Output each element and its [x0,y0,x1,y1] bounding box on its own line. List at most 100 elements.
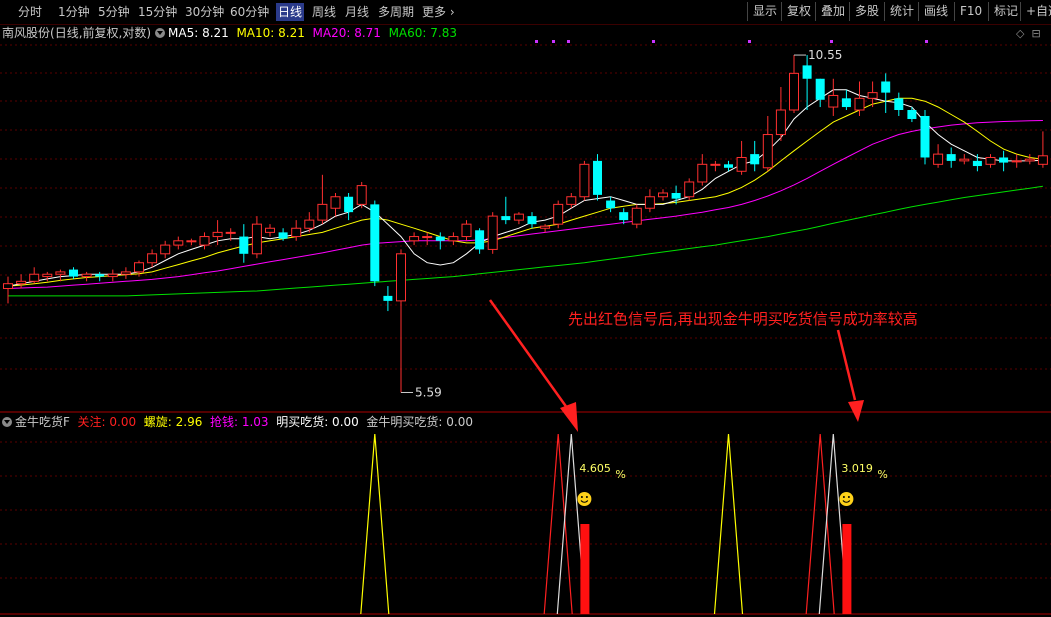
candle-body[interactable] [344,196,354,213]
candle-body[interactable] [619,212,629,221]
signal-dot [748,40,751,43]
candle-body[interactable] [985,156,996,165]
candle-body[interactable] [134,262,144,273]
smiley-eye [585,496,588,498]
candle-body[interactable] [775,109,786,136]
signal-dot [552,40,555,43]
candle-body[interactable] [173,240,184,246]
candle-body[interactable] [199,236,210,246]
candle-body[interactable] [265,227,275,233]
annotation-text: 先出红色信号后,再出现金牛明买吃货信号成功率较高 [568,310,918,328]
candle-body[interactable] [16,280,27,285]
candle-body[interactable] [736,156,747,172]
candle-body[interactable] [513,213,524,221]
candle-body[interactable] [239,236,249,254]
kline-chart[interactable]: 10.55 5.59 先出红色信号后,再出现金牛明买吃货信号成功率较高 4.605% 3… [0,0,1051,617]
candle-body[interactable] [750,154,760,165]
candle-body[interactable] [69,269,78,277]
candle-body[interactable] [501,216,511,221]
candle-body[interactable] [3,283,13,290]
candle-body[interactable] [317,203,328,221]
candle-body[interactable] [251,223,262,255]
candle-body[interactable] [907,110,917,120]
candle-body[interactable] [356,185,367,205]
candle-body[interactable] [186,240,197,243]
candle-body[interactable] [972,160,982,167]
candle-body[interactable] [1024,158,1035,162]
candle-body[interactable] [147,253,158,264]
candle-body[interactable] [422,236,433,239]
candle-body[interactable] [999,157,1009,163]
candle-body[interactable] [815,78,825,100]
candle-body[interactable] [330,196,341,209]
candle-body[interactable] [566,196,577,205]
candle-body[interactable] [212,231,223,238]
candle-body[interactable] [1011,160,1022,163]
candle-body[interactable] [487,215,498,250]
candle-body[interactable] [920,115,930,158]
candle-body[interactable] [579,163,590,198]
candle-body[interactable] [29,273,40,282]
candle-body[interactable] [278,232,288,239]
candle-body[interactable] [658,192,668,198]
candle-body[interactable] [867,92,878,99]
candle-body[interactable] [95,274,105,277]
candle-body[interactable] [841,98,851,108]
main-panel-title: 南风股份(日线,前复权,对数) MA5: 8.21 MA10: 8.21 MA20… [2,25,457,41]
signal-dot [830,40,833,43]
candle-body[interactable] [409,236,420,242]
candle-body[interactable] [606,200,616,209]
candle-body[interactable] [697,163,708,183]
candle-body[interactable] [946,154,956,161]
candle-body[interactable] [644,196,655,209]
candle-body[interactable] [160,244,171,255]
candle-body[interactable] [396,253,406,302]
stock-name: 南风股份 [2,26,51,40]
high-price-label: 10.55 [808,48,842,62]
indicator-buy: 明买吃货: 0.00 [276,415,359,429]
pct-value-label: 4.605 [579,462,611,475]
candle-body[interactable] [802,65,812,79]
candle-body[interactable] [225,231,236,234]
candle-body[interactable] [724,164,733,168]
candle-body[interactable] [435,236,445,241]
candle-body[interactable] [671,192,681,199]
candle-body[interactable] [304,219,315,229]
candle-body[interactable] [42,273,53,278]
dropdown-icon[interactable] [2,417,12,427]
candle-body[interactable] [881,81,891,93]
candle-body[interactable] [710,163,721,166]
spiral-signal-yellow [360,433,390,615]
candle-body[interactable] [933,153,944,165]
candle-body[interactable] [854,97,865,111]
candle-body[interactable] [370,204,380,282]
candle-body[interactable] [684,181,695,198]
candle-body[interactable] [461,223,472,238]
candle-body[interactable] [291,227,302,238]
pct-unit-label: % [615,468,625,481]
candle-body[interactable] [540,225,551,229]
diamond-icon[interactable]: ◇ [1016,27,1024,40]
candle-body[interactable] [81,273,92,278]
candle-body[interactable] [553,203,564,225]
spiral-signal-yellow [713,433,744,615]
candle-body[interactable] [762,134,773,169]
dropdown-icon[interactable] [155,28,166,38]
candle-body[interactable] [828,94,839,108]
candle-body[interactable] [789,72,799,111]
collapse-icon[interactable]: ⊟ [1031,27,1040,40]
candle-body[interactable] [55,271,66,275]
candle-body[interactable] [107,273,118,278]
candle-body[interactable] [593,160,602,195]
candle-body[interactable] [120,271,131,275]
smiley-icon [577,492,592,506]
candle-body[interactable] [959,158,970,162]
candle-body[interactable] [527,216,537,225]
signal-dot [925,40,928,43]
candle-body[interactable] [383,295,393,301]
candle-body[interactable] [1037,155,1048,165]
candle-body[interactable] [631,207,642,225]
candle-body[interactable] [894,98,904,111]
candle-body[interactable] [448,236,459,242]
candle-body[interactable] [475,230,485,250]
